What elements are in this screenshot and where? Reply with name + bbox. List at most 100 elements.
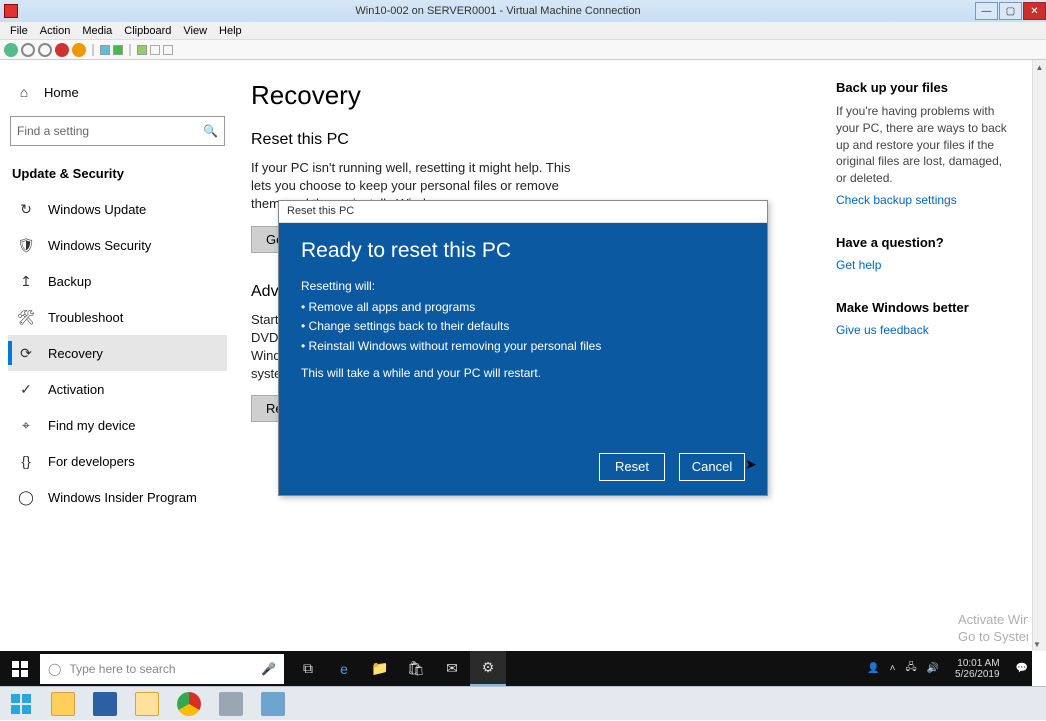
- backup-text: If you're having problems with your PC, …: [836, 103, 1016, 187]
- host-server-manager-icon[interactable]: [210, 687, 252, 721]
- backup-link[interactable]: Check backup settings: [836, 193, 1016, 207]
- sidebar-item-windows-security[interactable]: 🛡Windows Security: [8, 227, 227, 263]
- menu-media[interactable]: Media: [76, 25, 118, 37]
- recovery-icon: ⟳: [18, 345, 34, 361]
- feedback-link[interactable]: Give us feedback: [836, 323, 1016, 337]
- guest-taskbar: ◯ Type here to search 🎤 ⧉ e 📁 🛍 ✉ ⚙ 👤 ˄ …: [0, 651, 1032, 686]
- vm-toolbar: [0, 40, 1046, 60]
- toolbar-separator: [92, 44, 94, 56]
- taskbar-settings-icon[interactable]: ⚙: [470, 651, 506, 686]
- tray-clock[interactable]: 10:01 AM 5/26/2019: [949, 658, 1006, 680]
- sidebar-item-insider[interactable]: ◯Windows Insider Program: [8, 479, 227, 515]
- menu-clipboard[interactable]: Clipboard: [118, 25, 177, 37]
- vm-minimize-button[interactable]: —: [975, 2, 998, 20]
- sidebar-item-backup[interactable]: ↥Backup: [8, 263, 227, 299]
- vm-menubar: File Action Media Clipboard View Help: [0, 22, 1046, 40]
- vertical-scrollbar[interactable]: ▲ ▼: [1032, 60, 1046, 651]
- vm-close-button[interactable]: ✕: [1023, 2, 1046, 20]
- host-hyperv-icon[interactable]: [252, 687, 294, 721]
- menu-help[interactable]: Help: [213, 25, 248, 37]
- start-button[interactable]: [0, 661, 40, 677]
- vm-maximize-button[interactable]: ▢: [999, 2, 1022, 20]
- menu-file[interactable]: File: [4, 25, 34, 37]
- cortana-icon: ◯: [48, 662, 61, 676]
- scroll-down-icon[interactable]: ▼: [1033, 637, 1041, 651]
- host-start-button[interactable]: [0, 687, 42, 721]
- reset-section-title: Reset this PC: [251, 131, 831, 149]
- toolbar-separator: [129, 44, 131, 56]
- dialog-cancel-button[interactable]: Cancel: [679, 453, 745, 481]
- search-icon: 🔍: [203, 124, 218, 138]
- vm-title-text: Win10-002 on SERVER0001 - Virtual Machin…: [22, 5, 974, 17]
- sidebar-category: Update & Security: [8, 160, 227, 191]
- dialog-heading: Ready to reset this PC: [301, 239, 745, 263]
- sidebar-item-developers[interactable]: {}For developers: [8, 443, 227, 479]
- search-placeholder: Find a setting: [17, 124, 89, 138]
- task-view-icon[interactable]: ⧉: [290, 651, 326, 686]
- taskbar-search-input[interactable]: ◯ Type here to search 🎤: [40, 654, 284, 684]
- settings-sidebar: ⌂ Home Find a setting 🔍 Update & Securit…: [0, 60, 235, 686]
- tray-notifications-icon[interactable]: 💬: [1016, 663, 1028, 674]
- dialog-reset-button[interactable]: Reset: [599, 453, 665, 481]
- reset-dialog: Reset this PC Ready to reset this PC Res…: [278, 200, 768, 496]
- sidebar-item-find-device[interactable]: ⌖Find my device: [8, 407, 227, 443]
- help-link[interactable]: Get help: [836, 258, 1016, 272]
- toolbar-start-icon[interactable]: [21, 43, 35, 57]
- page-title: Recovery: [251, 80, 831, 111]
- vm-titlebar: Win10-002 on SERVER0001 - Virtual Machin…: [0, 0, 1046, 22]
- dialog-intro: Resetting will:: [301, 279, 375, 293]
- taskbar-edge-icon[interactable]: e: [326, 651, 362, 686]
- host-folder-icon[interactable]: [126, 687, 168, 721]
- sidebar-item-windows-update[interactable]: ↻Windows Update: [8, 191, 227, 227]
- sidebar-home[interactable]: ⌂ Home: [8, 78, 227, 106]
- question-heading: Have a question?: [836, 235, 1016, 250]
- dialog-bullet: Reinstall Windows without removing your …: [301, 337, 745, 356]
- sidebar-search-input[interactable]: Find a setting 🔍: [10, 116, 225, 146]
- dialog-frame-title: Reset this PC: [279, 201, 767, 223]
- code-icon: {}: [18, 453, 34, 469]
- host-taskbar: [0, 686, 1046, 720]
- host-explorer-icon[interactable]: [42, 687, 84, 721]
- sync-icon: ↻: [18, 201, 34, 217]
- tray-volume-icon[interactable]: 🔊: [927, 663, 939, 674]
- host-powershell-icon[interactable]: [84, 687, 126, 721]
- tray-up-icon[interactable]: ˄: [890, 663, 896, 674]
- sidebar-item-troubleshoot[interactable]: 🛠Troubleshoot: [8, 299, 227, 335]
- dialog-bullet: Change settings back to their defaults: [301, 317, 745, 336]
- windows-icon: [12, 661, 28, 677]
- toolbar-checkpoint-icon[interactable]: [137, 45, 147, 55]
- toolbar-reset-icon[interactable]: [113, 45, 123, 55]
- taskbar-explorer-icon[interactable]: 📁: [362, 651, 398, 686]
- sidebar-item-activation[interactable]: ✓Activation: [8, 371, 227, 407]
- activation-watermark: Activate Windows Go to System in Control…: [958, 612, 1028, 646]
- sidebar-item-recovery[interactable]: ⟳Recovery: [8, 335, 227, 371]
- feedback-heading: Make Windows better: [836, 300, 1016, 315]
- menu-view[interactable]: View: [177, 25, 213, 37]
- dialog-bullet: Remove all apps and programs: [301, 298, 745, 317]
- scroll-up-icon[interactable]: ▲: [1033, 60, 1046, 74]
- toolbar-revert-icon[interactable]: [150, 45, 160, 55]
- dialog-note: This will take a while and your PC will …: [301, 366, 541, 380]
- vm-app-icon: [4, 4, 18, 18]
- backup-icon: ↥: [18, 273, 34, 289]
- toolbar-save-icon[interactable]: [72, 43, 86, 57]
- host-chrome-icon[interactable]: [168, 687, 210, 721]
- home-label: Home: [44, 85, 79, 100]
- locate-icon: ⌖: [18, 417, 34, 433]
- insider-icon: ◯: [18, 489, 34, 505]
- tray-network-icon[interactable]: 🖧: [905, 660, 916, 677]
- taskbar-store-icon[interactable]: 🛍: [398, 651, 434, 686]
- shield-icon: 🛡: [18, 237, 34, 253]
- menu-action[interactable]: Action: [34, 25, 77, 37]
- check-icon: ✓: [18, 381, 34, 397]
- tray-people-icon[interactable]: 👤: [867, 663, 879, 674]
- toolbar-ctrl-alt-del-icon[interactable]: [4, 43, 18, 57]
- mic-icon[interactable]: 🎤: [261, 662, 276, 676]
- tools-icon: 🛠: [18, 309, 34, 325]
- toolbar-enhanced-icon[interactable]: [163, 45, 173, 55]
- home-icon: ⌂: [16, 84, 32, 100]
- toolbar-turnoff-icon[interactable]: [38, 43, 52, 57]
- toolbar-shutdown-icon[interactable]: [55, 43, 69, 57]
- toolbar-pause-icon[interactable]: [100, 45, 110, 55]
- taskbar-mail-icon[interactable]: ✉: [434, 651, 470, 686]
